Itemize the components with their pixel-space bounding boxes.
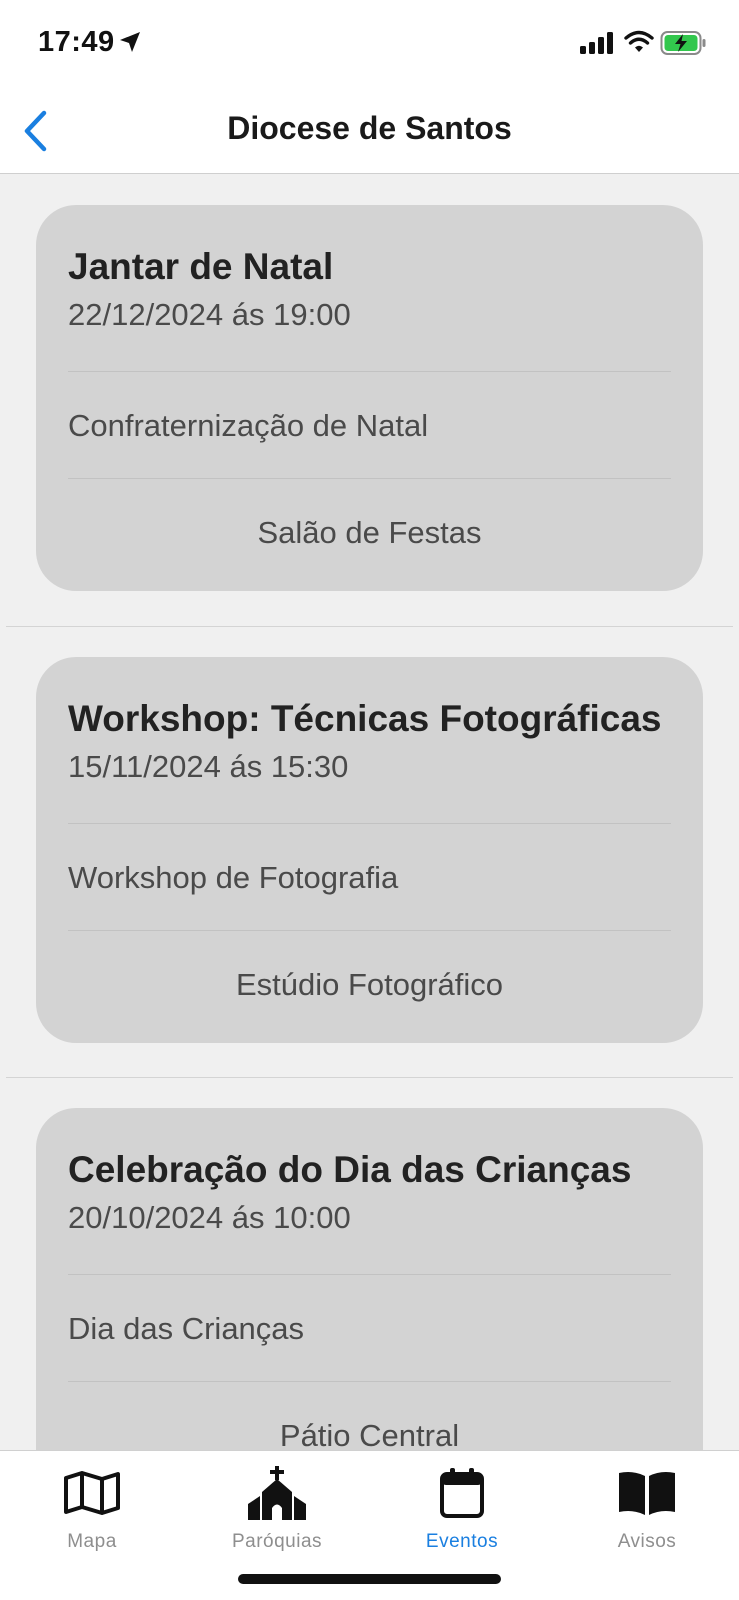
event-row: Celebração do Dia das Crianças 20/10/202… <box>6 1077 733 1450</box>
event-title: Celebração do Dia das Crianças <box>68 1149 632 1190</box>
battery-charging-icon <box>660 31 706 55</box>
tab-label: Avisos <box>617 1531 677 1552</box>
event-title: Workshop: Técnicas Fotográficas <box>68 698 662 739</box>
tab-eventos[interactable]: Eventos <box>370 1463 554 1553</box>
tab-label: Paróquias <box>231 1531 323 1552</box>
event-list[interactable]: Jantar de Natal 22/12/2024 ás 19:00 Conf… <box>0 175 739 1450</box>
event-date: 15/11/2024 ás 15:30 <box>68 749 349 784</box>
event-description: Confraternização de Natal <box>68 408 429 443</box>
event-row: Jantar de Natal 22/12/2024 ás 19:00 Conf… <box>0 175 739 626</box>
home-indicator[interactable] <box>238 1574 501 1584</box>
page-title: Diocese de Santos <box>227 110 512 146</box>
event-title: Jantar de Natal <box>68 246 334 287</box>
map-icon <box>64 1471 120 1515</box>
location-arrow-icon <box>120 32 140 52</box>
event-card[interactable]: Workshop: Técnicas Fotográficas 15/11/20… <box>36 657 703 1043</box>
tab-label: Mapa <box>67 1531 117 1552</box>
event-card[interactable]: Celebração do Dia das Crianças 20/10/202… <box>36 1108 703 1450</box>
status-time: 17:49 <box>38 26 115 58</box>
wifi-icon <box>624 30 654 52</box>
book-icon <box>619 1472 675 1515</box>
cellular-signal-icon <box>580 32 613 54</box>
calendar-icon <box>440 1468 484 1518</box>
tab-paroquias[interactable]: Paróquias <box>185 1463 369 1553</box>
tab-avisos[interactable]: Avisos <box>555 1463 739 1553</box>
event-location: Salão de Festas <box>257 515 482 550</box>
event-location: Pátio Central <box>279 1418 460 1450</box>
navigation-bar: Diocese de Santos <box>0 92 739 174</box>
event-card[interactable]: Jantar de Natal 22/12/2024 ás 19:00 Conf… <box>36 205 703 591</box>
event-description: Workshop de Fotografia <box>68 860 399 895</box>
status-bar: 17:49 <box>0 0 739 92</box>
event-date: 20/10/2024 ás 10:00 <box>68 1200 351 1235</box>
screen: 17:49 Diocese de Santos Jantar de Natal … <box>0 0 739 1600</box>
event-description: Dia das Crianças <box>68 1311 305 1346</box>
event-location: Estúdio Fotográfico <box>235 967 504 1002</box>
church-icon <box>248 1466 306 1520</box>
tab-label: Eventos <box>425 1531 499 1552</box>
event-date: 22/12/2024 ás 19:00 <box>68 297 351 332</box>
event-row: Workshop: Técnicas Fotográficas 15/11/20… <box>6 626 733 1077</box>
tab-mapa[interactable]: Mapa <box>0 1463 184 1553</box>
